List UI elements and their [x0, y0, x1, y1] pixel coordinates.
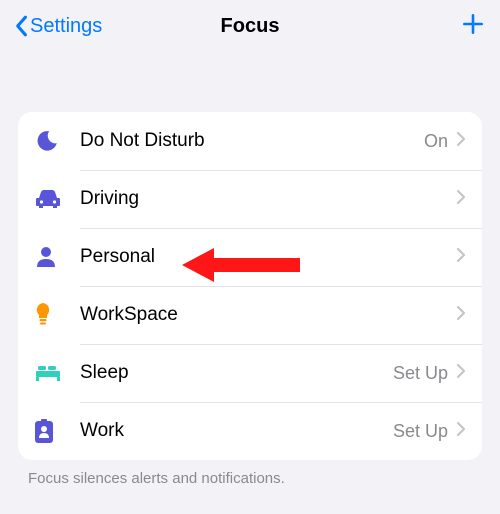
row-workspace[interactable]: WorkSpace: [18, 286, 482, 344]
page-title: Focus: [221, 15, 280, 38]
row-driving[interactable]: Driving: [18, 170, 482, 228]
back-label: Settings: [30, 15, 102, 38]
row-label: Sleep: [80, 362, 393, 384]
row-sleep[interactable]: Sleep Set Up: [18, 344, 482, 402]
chevron-right-icon: [456, 305, 466, 326]
badge-icon: [34, 418, 80, 444]
chevron-right-icon: [456, 131, 466, 152]
person-icon: [34, 245, 80, 269]
chevron-right-icon: [456, 247, 466, 268]
row-label: WorkSpace: [80, 304, 448, 326]
moon-icon: [34, 128, 80, 154]
row-status: On: [424, 131, 448, 152]
row-status: Set Up: [393, 363, 448, 384]
chevron-right-icon: [456, 421, 466, 442]
bed-icon: [34, 363, 80, 383]
chevron-right-icon: [456, 363, 466, 384]
row-work[interactable]: Work Set Up: [18, 402, 482, 460]
car-icon: [34, 188, 80, 210]
back-button[interactable]: Settings: [14, 15, 102, 38]
bulb-icon: [34, 302, 80, 328]
nav-bar: Settings Focus: [0, 0, 500, 52]
chevron-right-icon: [456, 189, 466, 210]
plus-icon: [460, 11, 486, 37]
row-status: Set Up: [393, 421, 448, 442]
row-label: Work: [80, 420, 393, 442]
row-do-not-disturb[interactable]: Do Not Disturb On: [18, 112, 482, 170]
focus-list: Do Not Disturb On Driving Personal WorkS…: [18, 112, 482, 460]
row-label: Driving: [80, 188, 448, 210]
row-label: Do Not Disturb: [80, 130, 424, 152]
row-label: Personal: [80, 246, 448, 268]
add-button[interactable]: [460, 11, 486, 42]
row-personal[interactable]: Personal: [18, 228, 482, 286]
footer-text: Focus silences alerts and notifications.: [28, 470, 472, 487]
chevron-left-icon: [14, 15, 28, 37]
